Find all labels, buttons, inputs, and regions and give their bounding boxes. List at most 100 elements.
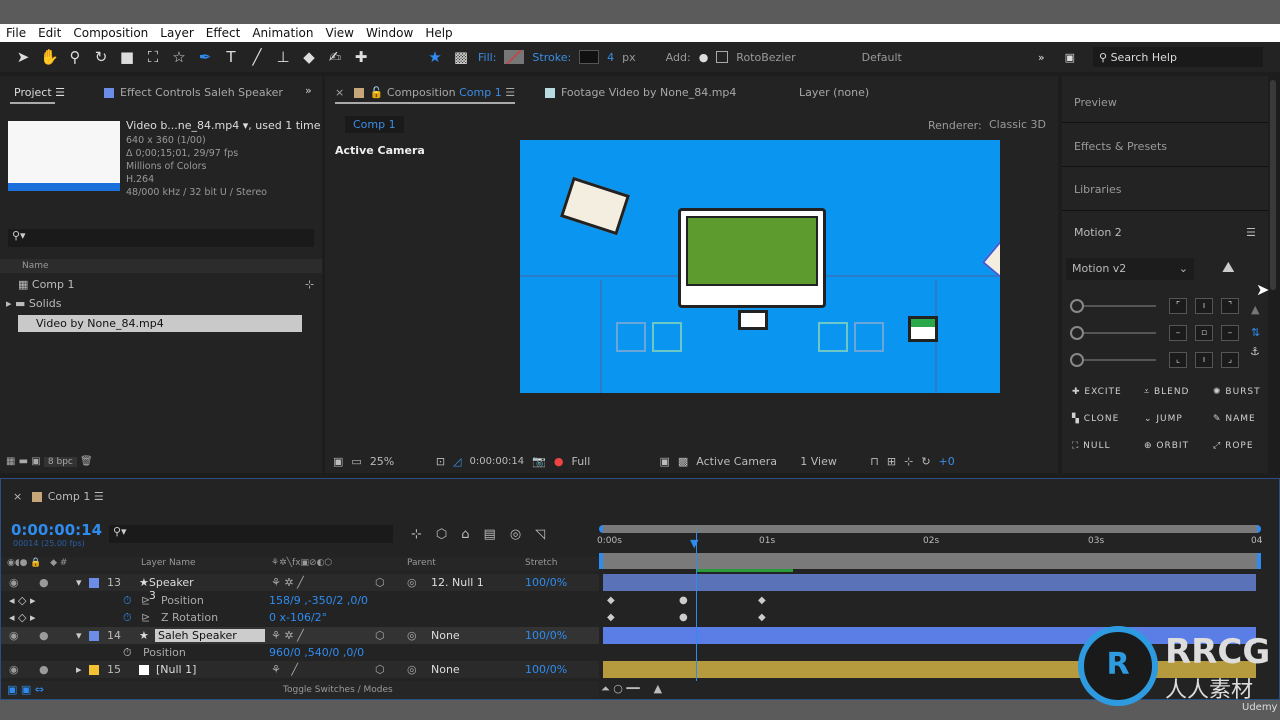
layer-row-13[interactable]: ◉ ● ▾ 13 ★ Speaker 3 ⚘ ✲ ╱ ⬡ ◎ 12. Null 1… [1, 574, 599, 602]
solo-icon[interactable]: ● [39, 629, 49, 642]
keyframe[interactable]: ● [679, 595, 688, 606]
burst-button[interactable]: ✺ BURST [1213, 387, 1261, 397]
tab-timeline-comp[interactable]: × Comp 1 ☰ [13, 490, 104, 503]
keyframe[interactable]: ◆ [607, 612, 615, 623]
pick-whip-icon[interactable]: ◎ [407, 663, 417, 676]
snapshot-icon[interactable]: 📷 [532, 455, 546, 468]
project-item-solids[interactable]: ▸ ▬ Solids [6, 297, 61, 310]
parent-select[interactable]: 12. Null 1 [431, 576, 484, 589]
panel-menu-icon[interactable]: ☰ [1246, 226, 1256, 239]
panel-preview[interactable]: Preview [1074, 96, 1117, 109]
anchor-top-right[interactable]: ⌝ [1221, 298, 1239, 314]
right-panel-scrollbar[interactable] [1270, 80, 1276, 290]
camera-select[interactable]: Active Camera [696, 455, 792, 468]
label-color[interactable] [89, 577, 99, 588]
camera-tool-icon[interactable]: ■ [118, 48, 136, 66]
pick-whip-icon[interactable]: ◎ [407, 576, 417, 589]
bpc-button[interactable]: 8 bpc [43, 457, 77, 467]
always-preview-icon[interactable]: ▣ [333, 455, 343, 468]
monitor-icon[interactable]: ▭ [351, 455, 361, 468]
anchor-left[interactable]: – [1169, 325, 1187, 341]
name-button[interactable]: ✎ NAME [1213, 414, 1256, 424]
column-name[interactable]: Name [0, 259, 322, 273]
stopwatch-icon[interactable]: ⏱ [123, 594, 132, 608]
keyframe[interactable]: ◆ [607, 595, 615, 606]
3d-layer-icon[interactable]: ⬡ [375, 576, 385, 589]
panel-effects-presets[interactable]: Effects & Presets [1074, 140, 1167, 153]
brush-tool-icon[interactable]: ╱ [248, 48, 266, 66]
shy-icon[interactable]: ⌂ [461, 527, 483, 542]
col-layer-name[interactable]: Layer Name [141, 558, 196, 568]
grid-toggle-icon[interactable]: ▩ [678, 455, 688, 468]
viewer-timecode[interactable]: 0:00:00:14 [470, 456, 525, 467]
anchor-bottom-right[interactable]: ⌟ [1221, 352, 1239, 368]
arrows-icon[interactable]: ⇅ [1251, 326, 1260, 339]
layer-switches[interactable]: ⚘ ╱ [271, 663, 298, 676]
mountains-icon[interactable]: ⛰ [1222, 258, 1235, 276]
pen-tool-icon[interactable]: ✒ [196, 48, 214, 66]
stretch-value[interactable]: 100/0% [525, 663, 567, 676]
playhead[interactable] [696, 531, 697, 681]
layer-name[interactable]: [Null 1] [156, 663, 196, 676]
pan-behind-tool-icon[interactable]: ⛶ [144, 48, 162, 66]
star-fill-icon[interactable]: ★ [426, 48, 444, 66]
menu-edit[interactable]: Edit [38, 26, 61, 40]
layer-name[interactable]: Saleh Speaker [155, 629, 265, 642]
col-stretch[interactable]: Stretch [525, 558, 557, 568]
orbit-button[interactable]: ⊕ ORBIT [1144, 441, 1189, 451]
anchor-top[interactable]: ı [1195, 298, 1213, 314]
layer-switches[interactable]: ⚘ ✲ ╱ [271, 576, 304, 589]
motion-blur-icon[interactable]: ◎ [510, 527, 535, 542]
work-area-bar[interactable] [599, 553, 1261, 569]
stretch-value[interactable]: 100/0% [525, 629, 567, 642]
keyframe[interactable]: ◆ [758, 595, 766, 606]
layer-bar-15[interactable] [603, 661, 1256, 678]
menu-composition[interactable]: Composition [73, 26, 148, 40]
parent-select[interactable]: None [431, 663, 460, 676]
graph-editor-icon[interactable]: ◹ [535, 527, 559, 542]
project-search-input[interactable]: ⚲▾ [8, 229, 314, 247]
layer-bar-14[interactable] [603, 627, 1256, 644]
playhead-handle[interactable]: ▼ [690, 537, 698, 550]
keyframe-nav[interactable]: ◂ ◇ ▸ [9, 594, 36, 607]
3d-layer-icon[interactable]: ⬡ [375, 629, 385, 642]
menu-help[interactable]: Help [425, 26, 452, 40]
comp-breadcrumb[interactable]: Comp 1 [345, 116, 404, 133]
zoom-tool-icon[interactable]: ⚲ [66, 48, 84, 66]
roto-brush-tool-icon[interactable]: ✍ [326, 48, 344, 66]
property-value[interactable]: 0 x-106/2° [269, 611, 327, 624]
layer-bar-13[interactable] [603, 574, 1256, 591]
anchor-top-left[interactable]: ⌜ [1169, 298, 1187, 314]
eraser-tool-icon[interactable]: ◆ [300, 48, 318, 66]
jump-button[interactable]: ⌄ JUMP [1144, 414, 1183, 424]
rocket-icon[interactable]: ▲ [1251, 303, 1259, 316]
add-vertex-icon[interactable]: ● [699, 51, 709, 64]
property-value[interactable]: 960/0 ,540/0 ,0/0 [269, 646, 364, 659]
stopwatch-icon[interactable]: ⏱ [123, 611, 132, 625]
menu-effect[interactable]: Effect [206, 26, 241, 40]
toggle-pixel-icon[interactable]: ⊓ [870, 455, 879, 468]
tab-composition[interactable]: × 🔓 Composition Comp 1 ☰ [335, 86, 515, 99]
project-item-video[interactable]: Video by None_84.mp4 [18, 315, 302, 332]
keyframe[interactable]: ● [679, 612, 688, 623]
workspace-default[interactable]: Default [862, 51, 902, 64]
motion-slider-3[interactable] [1070, 353, 1160, 367]
keyframe-nav[interactable]: ◂ ◇ ▸ [9, 611, 36, 624]
current-time[interactable]: 0:00:00:14 [11, 521, 102, 539]
property-value[interactable]: 158/9 ,-350/2 ,0/0 [269, 594, 368, 607]
label-color[interactable] [89, 630, 99, 641]
draft3d-icon[interactable]: ⊞ [887, 455, 896, 468]
menu-layer[interactable]: Layer [160, 26, 193, 40]
menu-animation[interactable]: Animation [252, 26, 313, 40]
stopwatch-icon[interactable]: ⏱ [123, 646, 132, 660]
fill-swatch[interactable] [504, 50, 525, 64]
solo-icon[interactable]: ● [39, 663, 49, 676]
transparency-grid-icon[interactable]: ◿ [453, 455, 461, 468]
rotate-tool-icon[interactable]: ↻ [92, 48, 110, 66]
clone-stamp-tool-icon[interactable]: ⊥ [274, 48, 292, 66]
more-workspaces-icon[interactable]: » [1038, 51, 1045, 64]
menu-view[interactable]: View [326, 26, 354, 40]
layer-row-15[interactable]: ◉ ● ▸ 15 [Null 1] ⚘ ╱ ⬡ ◎ None 100/0% [1, 661, 599, 678]
menu-window[interactable]: Window [366, 26, 413, 40]
puppet-tool-icon[interactable]: ✚ [352, 48, 370, 66]
